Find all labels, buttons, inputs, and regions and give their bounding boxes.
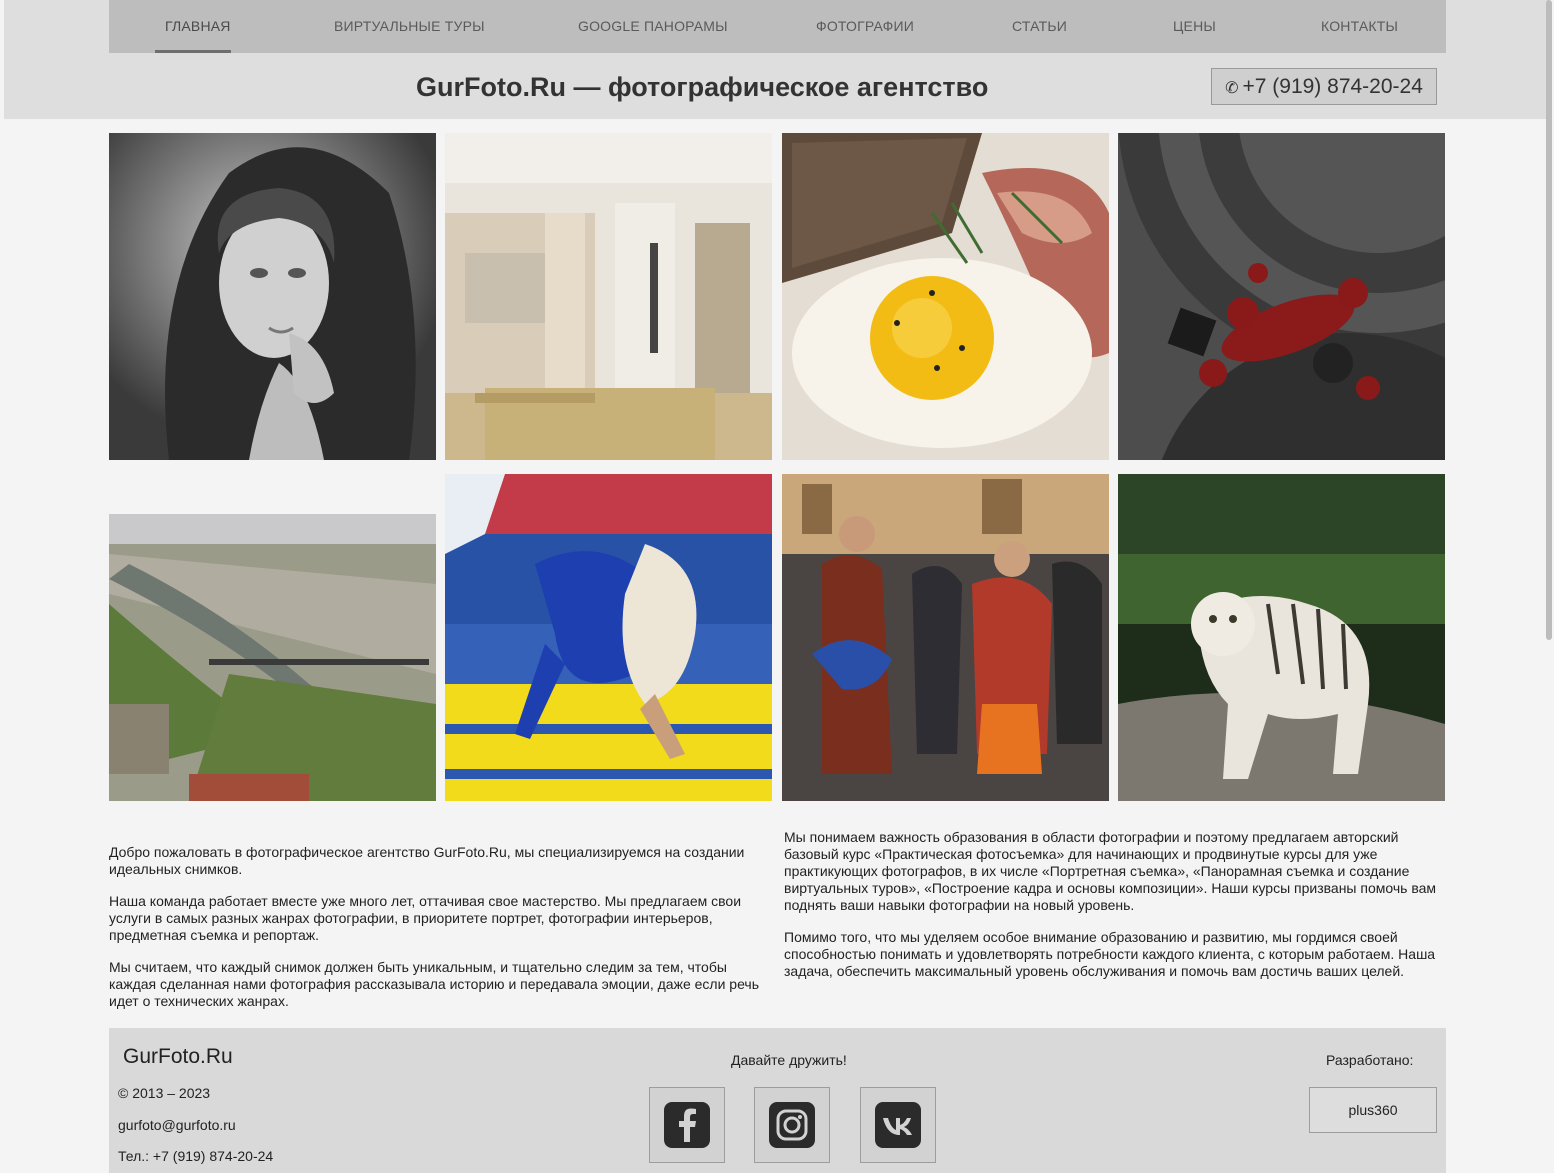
main-nav: ГЛАВНАЯ ВИРТУАЛЬНЫЕ ТУРЫ GOOGLE ПАНОРАМЫ…: [109, 0, 1446, 53]
gallery-photo-interior[interactable]: [445, 133, 772, 460]
gallery-photo-portrait[interactable]: [109, 133, 436, 460]
footer: GurFoto.Ru © 2013 – 2023 gurfoto@gurfoto…: [109, 1028, 1446, 1173]
intro-paragraph: Наша команда работает вместе уже много л…: [109, 893, 742, 943]
gallery-photo-procession[interactable]: [782, 474, 1109, 801]
active-nav-indicator: [155, 50, 231, 53]
developer-heading: Разработано:: [1326, 1052, 1414, 1068]
page-title: GurFoto.Ru — фотографическое агентство: [416, 72, 989, 102]
facebook-button[interactable]: [649, 1087, 725, 1163]
intro-paragraph: Помимо того, что мы уделяем особое внима…: [784, 929, 1436, 979]
jewelry-image: [1118, 133, 1445, 460]
tiger-image: [1118, 474, 1445, 801]
judo-image: [445, 474, 772, 801]
gallery-photo-tiger[interactable]: [1118, 474, 1445, 801]
nav-item-photos[interactable]: ФОТОГРАФИИ: [816, 0, 914, 53]
nav-item-google-panoramas[interactable]: GOOGLE ПАНОРАМЫ: [578, 0, 728, 53]
gallery-photo-paris[interactable]: [109, 474, 436, 801]
nav-item-articles[interactable]: СТАТЬИ: [1012, 0, 1067, 53]
paris-image: [109, 474, 436, 801]
nav-item-home[interactable]: ГЛАВНАЯ: [165, 0, 231, 53]
instagram-button[interactable]: [754, 1087, 830, 1163]
food-image: [782, 133, 1109, 460]
procession-image: [782, 474, 1109, 801]
vk-icon: [875, 1102, 921, 1148]
vk-button[interactable]: [860, 1087, 936, 1163]
gallery-photo-food[interactable]: [782, 133, 1109, 460]
intro-paragraph: Добро пожаловать в фотографическое агент…: [109, 844, 745, 877]
phone-button[interactable]: ✆ +7 (919) 874-20-24: [1211, 68, 1437, 105]
nav-item-contacts[interactable]: КОНТАКТЫ: [1321, 0, 1398, 53]
nav-item-prices[interactable]: ЦЕНЫ: [1173, 0, 1216, 53]
intro-paragraph: Мы считаем, что каждый снимок должен быт…: [109, 959, 759, 1009]
portrait-image: [109, 133, 436, 460]
developer-link[interactable]: plus360: [1309, 1087, 1437, 1133]
instagram-icon: [769, 1102, 815, 1148]
interior-image: [445, 133, 772, 460]
facebook-icon: [664, 1102, 710, 1148]
scrollbar-thumb[interactable]: [1546, 0, 1552, 640]
gallery-photo-jewelry[interactable]: [1118, 133, 1445, 460]
intro-right: Мы понимаем важность образования в облас…: [784, 829, 1444, 995]
phone-icon: ✆: [1225, 80, 1239, 97]
footer-email-link[interactable]: gurfoto@gurfoto.ru: [118, 1117, 236, 1133]
intro-paragraph: Мы понимаем важность образования в облас…: [784, 829, 1437, 913]
social-heading: Давайте дружить!: [731, 1052, 847, 1068]
gallery-photo-judo[interactable]: [445, 474, 772, 801]
footer-copyright: © 2013 – 2023: [118, 1085, 211, 1101]
footer-site-name: GurFoto.Ru: [123, 1045, 233, 1068]
phone-number: +7 (919) 874-20-24: [1242, 75, 1423, 98]
nav-item-virtual-tours[interactable]: ВИРТУАЛЬНЫЕ ТУРЫ: [334, 0, 485, 53]
footer-phone: Тел.: +7 (919) 874-20-24: [118, 1148, 274, 1164]
intro-left: Добро пожаловать в фотографическое агент…: [109, 844, 769, 1025]
